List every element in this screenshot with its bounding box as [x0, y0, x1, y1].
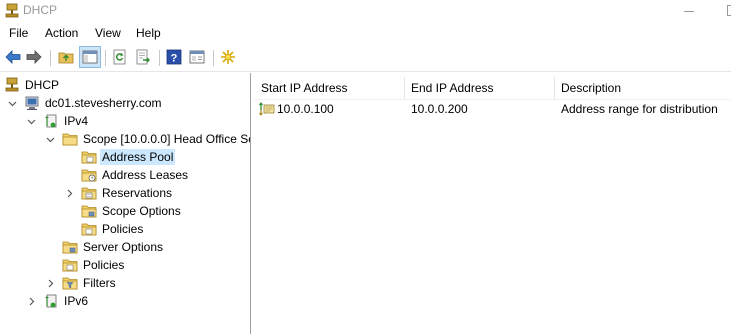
server-icon [24, 95, 40, 111]
chevron-down-icon[interactable] [46, 135, 55, 144]
tree-node-label: IPv4 [64, 114, 89, 128]
tree-node-ipv4[interactable]: IPv4 [43, 112, 90, 130]
up-folder-icon[interactable] [57, 48, 75, 66]
chevron-down-icon[interactable] [27, 117, 36, 126]
address-pool-icon [81, 149, 97, 165]
svg-text:?: ? [171, 53, 178, 65]
tree-node-reservations[interactable]: Reservations [81, 184, 174, 202]
tree-node-scope-options[interactable]: Scope Options [81, 202, 183, 220]
menu-view[interactable]: View [95, 26, 121, 40]
menu-bar: File Action View Help [0, 22, 731, 43]
tree-node-filters[interactable]: Filters [62, 274, 118, 292]
toolbar: ? [0, 44, 731, 72]
menu-help[interactable]: Help [136, 26, 161, 40]
tree-node-label: Filters [83, 276, 116, 290]
forward-icon[interactable] [25, 48, 43, 66]
toolbar-separator [105, 50, 106, 66]
new-exclusion-icon[interactable] [219, 48, 237, 66]
tree-node-scope[interactable]: Scope [10.0.0.0] Head Office Scope [62, 130, 250, 148]
tree-node-policies[interactable]: Policies [62, 256, 126, 274]
column-header-description[interactable]: Description [561, 77, 726, 99]
column-header-end-ip[interactable]: End IP Address [411, 77, 551, 99]
ip-protocol-icon [43, 293, 59, 309]
tree-node-label: Reservations [102, 186, 173, 200]
toolbar-separator [213, 50, 214, 66]
title-bar: DHCP [0, 0, 731, 21]
policies-folder-icon [62, 257, 78, 273]
tree-node-dhcp[interactable]: DHCP [4, 76, 61, 94]
tree-node-label: Policies [83, 258, 125, 272]
refresh-icon[interactable] [111, 48, 129, 66]
toolbar-separator [159, 50, 160, 66]
window-title: DHCP [23, 3, 58, 17]
chevron-right-icon[interactable] [65, 189, 74, 198]
options-folder-icon [62, 239, 78, 255]
show-hide-tree-icon[interactable] [79, 46, 101, 68]
tree-pane: DHCP dc01.stevesherry.com IPv4 Scope [10… [0, 73, 251, 334]
chevron-right-icon[interactable] [27, 297, 36, 306]
menu-action[interactable]: Action [45, 26, 78, 40]
ip-protocol-icon [43, 113, 59, 129]
end-ip-cell: 10.0.0.200 [411, 102, 468, 116]
column-divider[interactable] [554, 77, 555, 99]
tree-node-label: Policies [102, 222, 144, 236]
column-header-start-ip[interactable]: Start IP Address [261, 77, 401, 99]
description-cell: Address range for distribution [561, 102, 718, 116]
back-icon[interactable] [4, 48, 22, 66]
header-divider [254, 99, 731, 100]
dhcp-icon [4, 77, 20, 93]
tree-node-address-leases[interactable]: Address Leases [81, 166, 190, 184]
ip-range-icon [259, 102, 275, 116]
tree-node-server[interactable]: dc01.stevesherry.com [24, 94, 164, 112]
tree-node-label: Address Leases [102, 168, 189, 182]
export-list-icon[interactable] [134, 48, 152, 66]
tree-node-scope-policies[interactable]: Policies [81, 220, 145, 238]
start-ip-cell: 10.0.0.100 [277, 102, 334, 116]
chevron-right-icon[interactable] [46, 279, 55, 288]
toolbar-separator [50, 50, 51, 66]
chevron-down-icon[interactable] [8, 99, 17, 108]
address-leases-icon [81, 167, 97, 183]
minimize-button[interactable] [672, 0, 712, 21]
tree-node-label: Server Options [83, 240, 164, 254]
tree-node-ipv6[interactable]: IPv6 [43, 292, 90, 310]
tree-node-address-pool[interactable]: Address Pool [81, 148, 176, 166]
properties-icon[interactable] [188, 48, 206, 66]
tree-node-label: Scope [10.0.0.0] Head Office Scope [83, 132, 250, 146]
help-icon[interactable]: ? [165, 48, 183, 66]
tree-node-label: IPv6 [64, 294, 89, 308]
tree-node-server-options[interactable]: Server Options [62, 238, 165, 256]
dhcp-icon [4, 3, 20, 19]
tree-node-label: Address Pool [100, 149, 176, 165]
maximize-button[interactable] [715, 0, 731, 21]
tree-node-label: DHCP [25, 78, 60, 92]
folder-icon [62, 131, 78, 147]
tree-node-label: dc01.stevesherry.com [45, 96, 162, 110]
filter-icon [62, 275, 78, 291]
options-folder-icon [81, 203, 97, 219]
results-pane: Start IP Address End IP Address Descript… [254, 73, 731, 334]
policies-folder-icon [81, 221, 97, 237]
reservations-icon [81, 185, 97, 201]
table-row[interactable]: 10.0.0.100 [259, 102, 334, 116]
column-divider[interactable] [404, 77, 405, 99]
menu-file[interactable]: File [9, 26, 28, 40]
tree-node-label: Scope Options [102, 204, 181, 218]
